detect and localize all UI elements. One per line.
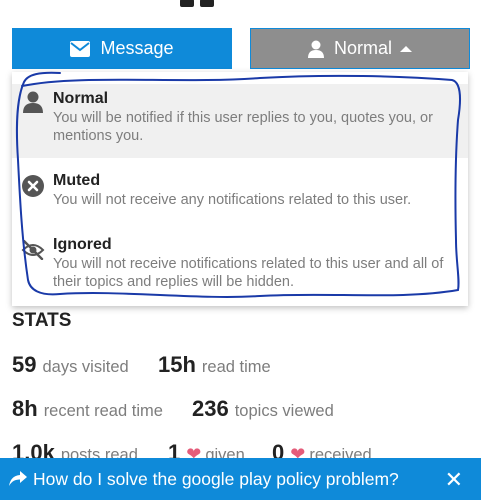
stat-label: days visited (42, 358, 129, 376)
stat-value: 8h (12, 396, 38, 421)
message-button-label: Message (100, 38, 174, 58)
close-icon[interactable]: ✕ (445, 467, 463, 493)
envelope-icon (70, 40, 91, 57)
notification-level-button[interactable]: Normal (250, 28, 470, 69)
top-header-fragment (180, 0, 260, 7)
option-title: Ignored (53, 236, 112, 253)
notification-level-dropdown: Normal You will be notified if this user… (12, 72, 468, 306)
user-icon (21, 90, 45, 114)
stat-label: topics viewed (234, 402, 334, 420)
stat-value: 15h (158, 352, 196, 377)
stat-value: 236 (192, 396, 229, 421)
notification-option-ignored[interactable]: Ignored You will not receive notificatio… (12, 232, 468, 298)
notification-option-normal[interactable]: Normal You will be notified if this user… (12, 84, 468, 158)
times-circle-icon (21, 174, 45, 198)
eye-slash-icon (21, 238, 45, 262)
option-title: Normal (53, 90, 109, 107)
stat-label: read time (201, 358, 271, 376)
banner-topic-link[interactable]: How do I solve the google play policy pr… (33, 469, 399, 490)
message-button[interactable]: Message (12, 28, 232, 69)
notification-level-label: Normal (333, 38, 392, 58)
option-description: You will not receive notifications relat… (53, 256, 444, 290)
stat-topics-viewed: 236 topics viewed (192, 396, 334, 422)
caret-up-icon (400, 45, 412, 52)
user-icon (307, 40, 324, 58)
option-description: You will not receive any notifications r… (53, 192, 412, 208)
topic-banner[interactable]: How do I solve the google play policy pr… (0, 458, 481, 500)
notification-option-muted[interactable]: Muted You will not receive any notificat… (12, 168, 468, 218)
option-description: You will be notified if this user replie… (53, 110, 433, 144)
option-title: Muted (53, 172, 101, 189)
stat-read-time: 15h read time (158, 352, 271, 378)
stat-value: 59 (12, 352, 37, 377)
stat-days-visited: 59 days visited (12, 352, 129, 378)
stat-label: recent read time (43, 402, 163, 420)
stats-heading: STATS (12, 310, 72, 331)
share-icon (9, 471, 27, 487)
stat-recent-read-time: 8h recent read time (12, 396, 163, 422)
